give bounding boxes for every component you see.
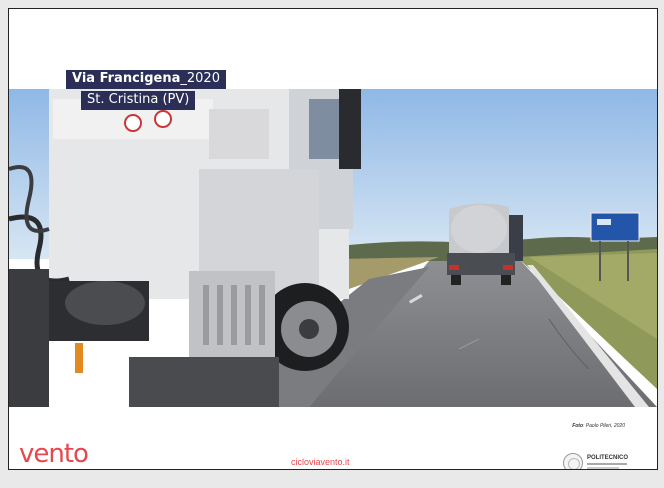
road-photo [9, 89, 657, 407]
polimi-logo: POLITECNICO [563, 453, 643, 469]
slide: Via Francigena_2020 St. Cristina (PV) Fo… [8, 8, 658, 470]
vento-logo: vento [19, 439, 89, 469]
polimi-seal-icon [563, 453, 583, 469]
polimi-subline-2 [587, 467, 619, 469]
credit-label: Foto [572, 423, 584, 429]
road-sign [590, 212, 640, 242]
slide-subtitle: St. Cristina (PV) [81, 91, 196, 110]
polimi-name: POLITECNICO [587, 455, 629, 461]
footer-link[interactable]: cicloviavento.it [291, 457, 350, 467]
truck-cab [9, 89, 361, 407]
title-bold: Via Francigena [72, 71, 181, 86]
polimi-subline [587, 463, 627, 465]
credit-text: : Paolo Pileri, 2020 [583, 423, 625, 429]
tanker-truck [447, 203, 523, 285]
slide-title: Via Francigena_2020 [66, 70, 226, 89]
photo-credit: Foto: Paolo Pileri, 2020 [572, 423, 625, 429]
title-year: _2020 [180, 71, 220, 86]
